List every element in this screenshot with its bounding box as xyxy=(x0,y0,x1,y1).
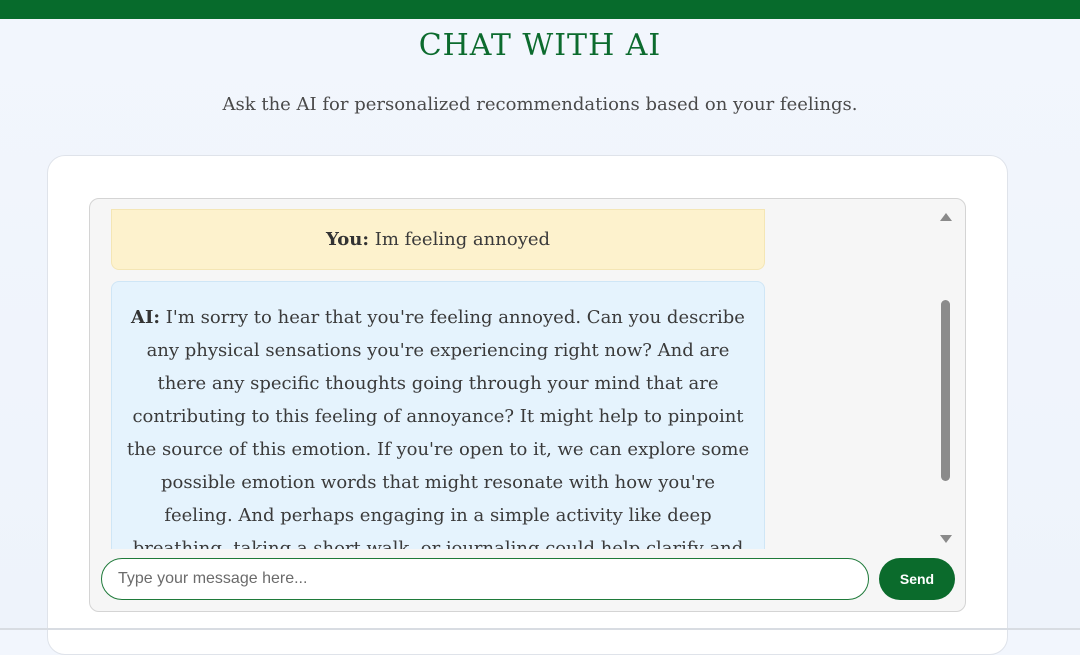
triangle-down-icon[interactable] xyxy=(940,535,952,543)
message-sender: You: xyxy=(325,229,369,250)
message-list[interactable]: You: Im feeling annoyed AI: I'm sorry to… xyxy=(90,199,965,549)
page-title: CHAT WITH AI xyxy=(418,28,662,63)
page-subtitle: Ask the AI for personalized recommendati… xyxy=(222,94,858,115)
message-input-row: Send xyxy=(90,556,965,606)
message-text: I'm sorry to hear that you're feeling an… xyxy=(126,307,750,549)
user-message: You: Im feeling annoyed xyxy=(111,209,765,270)
ai-message: AI: I'm sorry to hear that you're feelin… xyxy=(111,281,765,549)
chat-panel: You: Im feeling annoyed AI: I'm sorry to… xyxy=(89,198,966,612)
message-input[interactable] xyxy=(101,558,869,600)
message-scrollbar[interactable] xyxy=(936,207,956,545)
send-button[interactable]: Send xyxy=(879,558,955,600)
triangle-up-icon[interactable] xyxy=(940,213,952,221)
message-text: Im feeling annoyed xyxy=(374,229,551,250)
top-banner xyxy=(0,0,1080,19)
message-sender: AI: xyxy=(131,307,161,328)
scroll-thumb[interactable] xyxy=(941,300,950,481)
